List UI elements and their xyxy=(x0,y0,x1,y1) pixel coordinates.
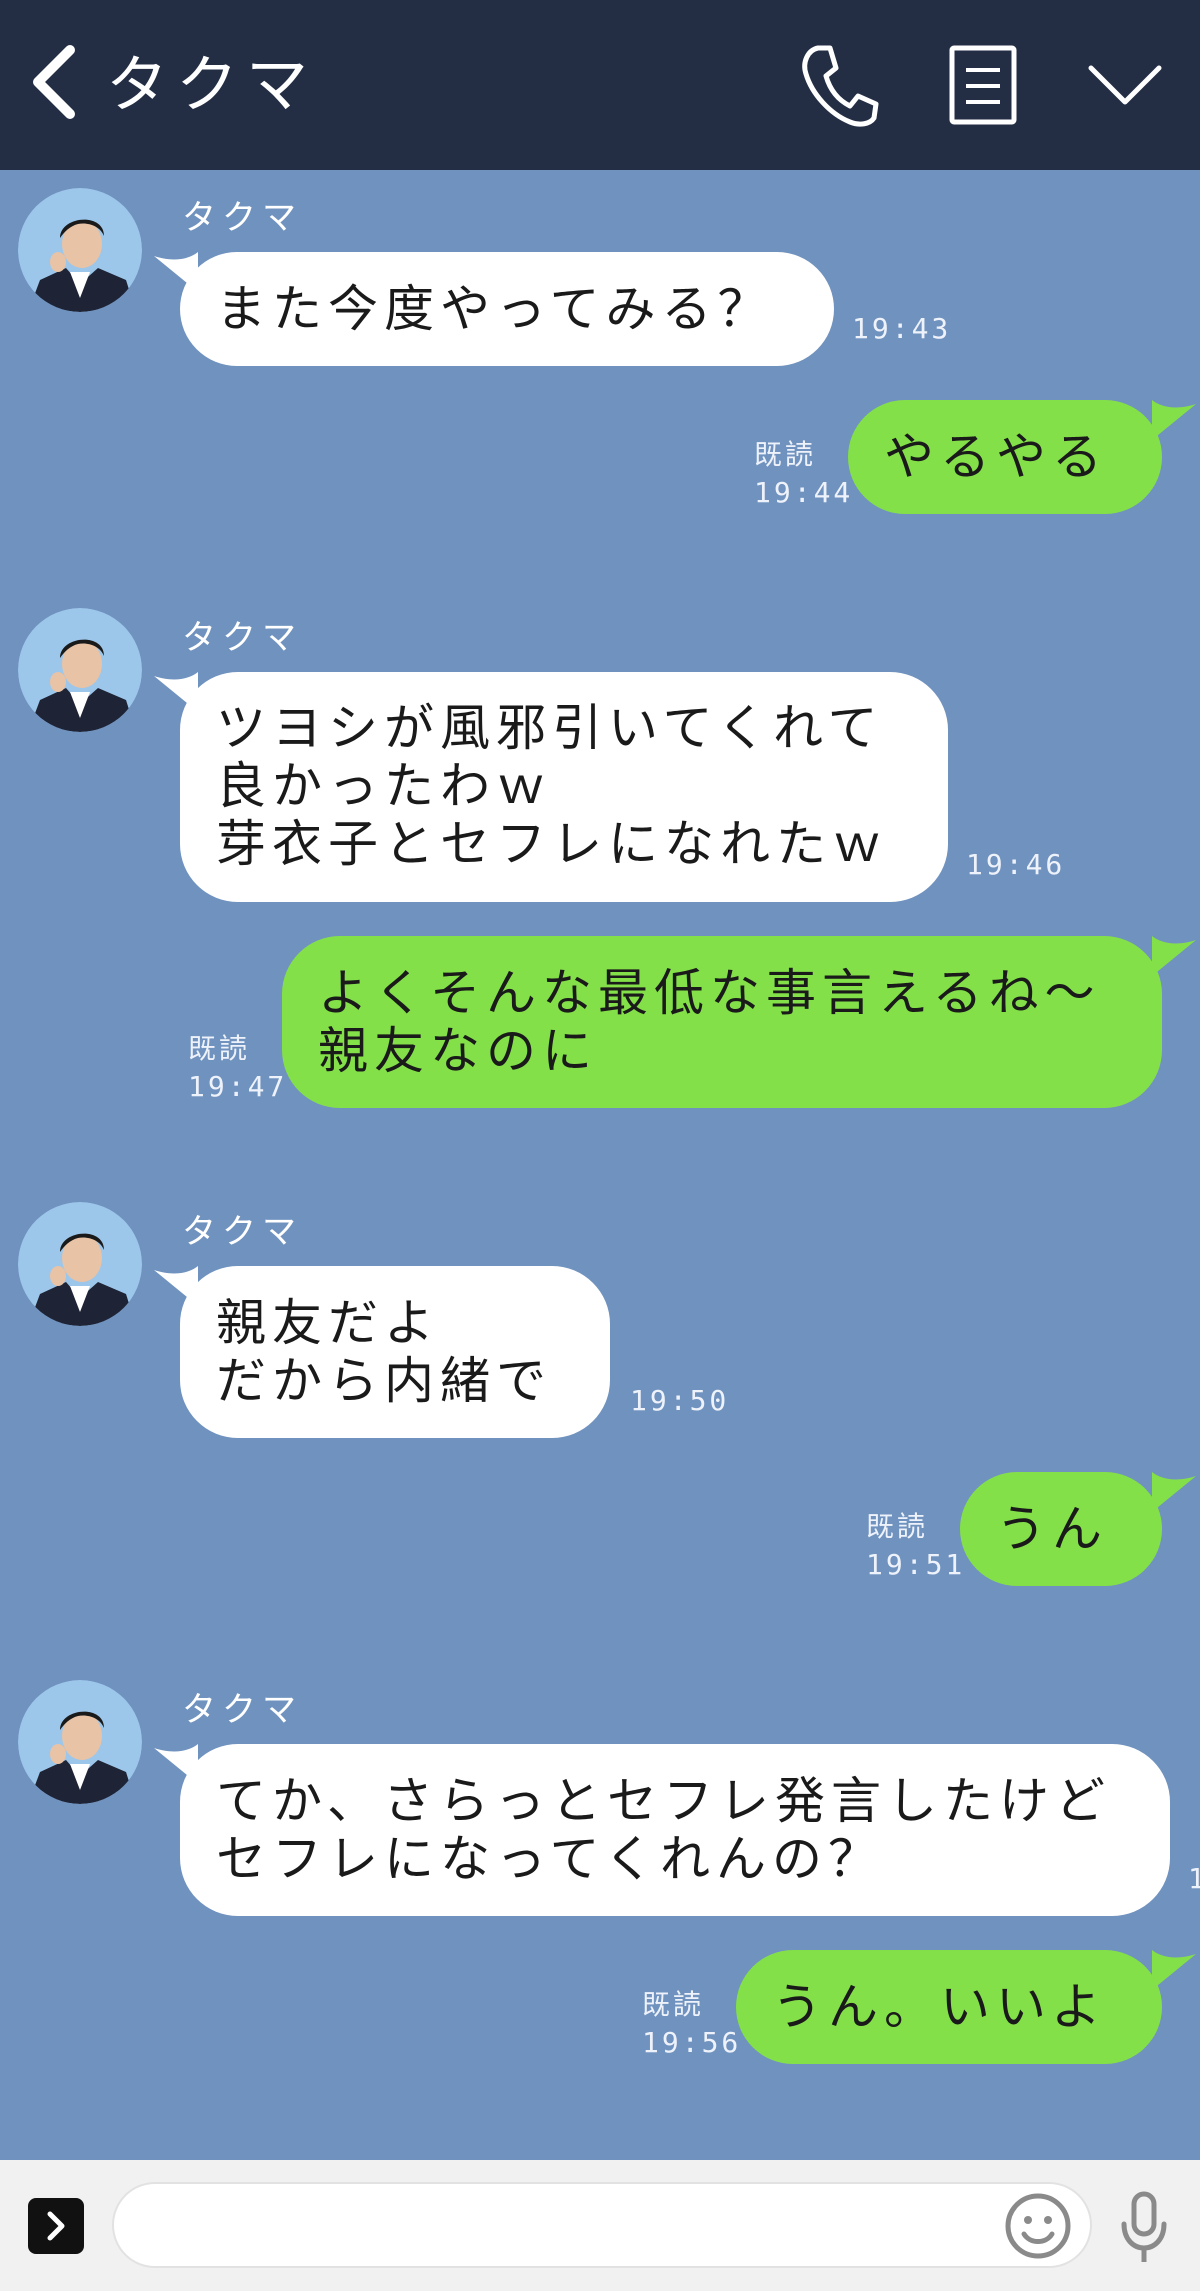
message-time: 19:44 xyxy=(754,476,854,509)
read-receipt: 既読 19:56 xyxy=(642,1986,741,2062)
read-status: 既読 xyxy=(754,438,817,471)
message-bubble[interactable]: てか、さらっとセフレ発言したけど セフレになってくれんの？ xyxy=(180,1744,1170,1916)
message-time: 19:47 xyxy=(188,1070,288,1103)
message-time: 19:43 xyxy=(852,312,952,345)
message-bubble[interactable]: また今度やってみる？ xyxy=(180,252,834,366)
sender-name: タクマ xyxy=(182,198,302,238)
phone-icon[interactable] xyxy=(800,42,880,128)
avatar[interactable] xyxy=(18,188,142,312)
read-status: 既読 xyxy=(188,1032,251,1065)
message-time: 1 xyxy=(1188,1862,1200,1895)
bubble-tail xyxy=(1152,1472,1196,1512)
read-receipt: 既読 19:44 xyxy=(754,436,853,512)
expand-button[interactable] xyxy=(28,2198,84,2254)
avatar[interactable] xyxy=(18,608,142,732)
avatar[interactable] xyxy=(18,1202,142,1326)
message-bubble[interactable]: やるやる xyxy=(848,400,1162,514)
bubble-tail xyxy=(1152,936,1196,976)
mic-icon[interactable] xyxy=(1116,2188,1172,2268)
message-time: 19:50 xyxy=(630,1384,730,1417)
message-composer xyxy=(0,2160,1200,2291)
avatar[interactable] xyxy=(18,1680,142,1804)
read-receipt: 既読 19:47 xyxy=(188,1030,287,1106)
sender-name: タクマ xyxy=(182,1212,302,1252)
message-time: 19:46 xyxy=(966,848,1066,881)
message-bubble[interactable]: ツヨシが風邪引いてくれて 良かったわｗ 芽衣子とセフレになれたｗ xyxy=(180,672,948,902)
message-bubble[interactable]: 親友だよ だから内緒で xyxy=(180,1266,610,1438)
back-icon[interactable] xyxy=(28,42,80,122)
read-status: 既読 xyxy=(642,1988,705,2021)
notes-icon[interactable] xyxy=(946,42,1020,128)
emoji-icon[interactable] xyxy=(1002,2190,1074,2262)
message-bubble[interactable]: うん xyxy=(960,1472,1162,1586)
sender-name: タクマ xyxy=(182,618,302,658)
message-time: 19:56 xyxy=(642,2026,742,2059)
message-bubble[interactable]: よくそんな最低な事言えるね～ 親友なのに xyxy=(282,936,1162,1108)
message-bubble[interactable]: うん。いいよ xyxy=(736,1950,1162,2064)
read-status: 既読 xyxy=(866,1510,929,1543)
bubble-tail xyxy=(1152,400,1196,440)
chat-title[interactable]: タクマ xyxy=(106,40,316,130)
message-input[interactable] xyxy=(112,2182,1092,2268)
bubble-tail xyxy=(1152,1950,1196,1990)
read-receipt: 既読 19:51 xyxy=(866,1508,965,1584)
message-time: 19:51 xyxy=(866,1548,966,1581)
chevron-down-icon[interactable] xyxy=(1085,58,1165,112)
expand-icon xyxy=(47,2211,65,2241)
sender-name: タクマ xyxy=(182,1690,302,1730)
chat-header: タクマ xyxy=(0,0,1200,170)
